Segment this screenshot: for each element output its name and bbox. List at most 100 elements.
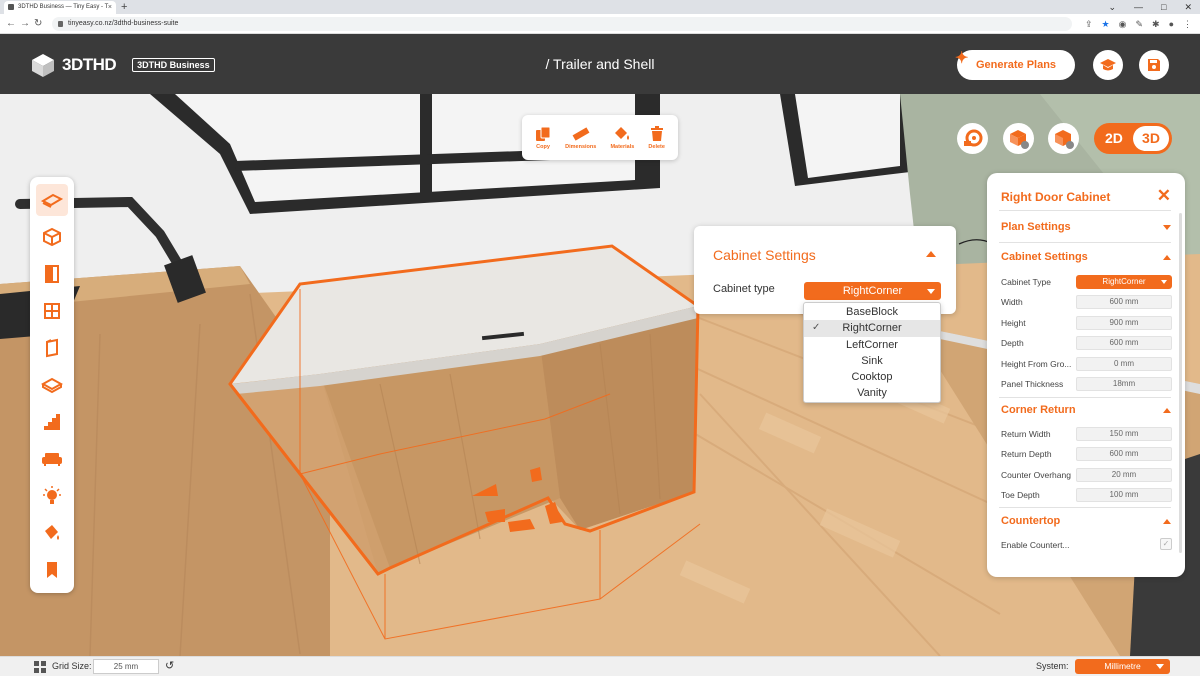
grid-size-label: Grid Size:: [52, 661, 92, 671]
walkthrough-icon: [963, 129, 982, 146]
width-input[interactable]: 600 mm: [1076, 295, 1172, 309]
counter-overhang-input[interactable]: 20 mm: [1076, 468, 1172, 482]
profile-icon[interactable]: ●: [1169, 17, 1174, 31]
paint-bucket-icon: [615, 126, 630, 140]
back-button[interactable]: ←: [6, 16, 16, 32]
generate-plans-button[interactable]: ✦ Generate Plans: [955, 50, 1075, 80]
share-icon[interactable]: ⇪: [1085, 17, 1093, 31]
sparkle-icon: ✦: [955, 50, 969, 67]
lock-icon: [58, 21, 63, 27]
forward-button[interactable]: →: [20, 16, 30, 32]
panel-title: Right Door Cabinet: [1001, 190, 1111, 204]
save-icon: [1148, 59, 1160, 71]
section-countertop[interactable]: Countertop: [1001, 515, 1060, 527]
url-input[interactable]: tinyeasy.co.nz/3dthd-business-suite: [52, 17, 1072, 31]
panel-tool[interactable]: [36, 332, 68, 364]
cube-gear-icon: [1054, 129, 1074, 149]
maximize-icon[interactable]: □: [1161, 0, 1166, 14]
star-icon[interactable]: ★: [1102, 17, 1110, 31]
unit-system-select[interactable]: Millimetre: [1075, 659, 1170, 674]
address-bar: ← → ↻ tinyeasy.co.nz/3dthd-business-suit…: [0, 14, 1200, 34]
browser-tabbar: 3DTHD Business — Tiny Easy - T × + ⌄ — □…: [0, 0, 1200, 14]
view-mode-toggle[interactable]: 2D 3D: [1094, 123, 1172, 154]
panel-thickness-input[interactable]: 18mm: [1076, 377, 1172, 391]
option-rightcorner[interactable]: ✓ RightCorner: [804, 320, 940, 337]
camera-view-button[interactable]: [957, 123, 988, 154]
new-tab-button[interactable]: +: [121, 0, 127, 14]
option-leftcorner[interactable]: LeftCorner: [804, 337, 940, 353]
stairs-tool[interactable]: [36, 406, 68, 438]
option-baseblock[interactable]: BaseBlock: [804, 304, 940, 320]
tab-title: 3DTHD Business — Tiny Easy - T: [18, 4, 109, 10]
panel-scrollbar[interactable]: [1179, 213, 1182, 553]
tab-close-icon[interactable]: ×: [108, 1, 112, 14]
expand-icon[interactable]: [1163, 225, 1171, 230]
reset-grid-button[interactable]: ↺: [165, 659, 174, 674]
walls-icon: [43, 227, 61, 247]
grid-size-input[interactable]: 25 mm: [93, 659, 159, 674]
close-window-icon[interactable]: ✕: [1184, 0, 1192, 14]
puzzle-icon[interactable]: ✱: [1152, 17, 1160, 31]
option-vanity[interactable]: Vanity: [804, 385, 940, 401]
cabinet-type-select[interactable]: RightCorner: [1076, 275, 1172, 289]
reload-button[interactable]: ↻: [34, 16, 42, 32]
cube-settings-button[interactable]: [1048, 123, 1079, 154]
depth-input[interactable]: 600 mm: [1076, 336, 1172, 350]
slab-tool[interactable]: [36, 369, 68, 401]
cube-export-icon: [1009, 129, 1029, 149]
grid-icon: [34, 661, 46, 673]
window-controls: ⌄ — □ ✕: [1108, 0, 1192, 14]
close-icon[interactable]: ✕: [1157, 187, 1171, 204]
door-tool[interactable]: [36, 258, 68, 290]
walls-tool[interactable]: [36, 221, 68, 253]
save-button[interactable]: [1139, 50, 1169, 80]
extension-icon[interactable]: ✎: [1135, 17, 1143, 31]
view-3d-option[interactable]: 3D: [1133, 126, 1169, 151]
window-tool[interactable]: [36, 295, 68, 327]
section-cabinet-settings[interactable]: Cabinet Settings: [1001, 251, 1088, 263]
floor-tool[interactable]: [36, 184, 68, 216]
option-cooktop[interactable]: Cooktop: [804, 369, 940, 385]
cabinet-settings-title: Cabinet Settings: [713, 247, 816, 263]
cabinet-type-dropdown: BaseBlock ✓ RightCorner LeftCorner Sink …: [803, 302, 941, 403]
light-icon: [43, 486, 61, 504]
view-2d-option[interactable]: 2D: [1105, 130, 1123, 146]
export-3d-button[interactable]: [1003, 123, 1034, 154]
browser-tab[interactable]: 3DTHD Business — Tiny Easy - T ×: [4, 1, 116, 14]
height-from-ground-label: Height From Gro...: [1001, 359, 1072, 369]
panel-icon: [46, 338, 58, 358]
tab-search-icon[interactable]: ⌄: [1108, 0, 1116, 14]
collapse-icon[interactable]: [1163, 408, 1171, 413]
collapse-icon[interactable]: [1163, 519, 1171, 524]
cabinet-type-select[interactable]: RightCorner: [804, 282, 941, 300]
minimize-icon[interactable]: —: [1134, 0, 1143, 14]
copy-button[interactable]: Copy: [535, 126, 551, 150]
height-from-ground-input[interactable]: 0 mm: [1076, 357, 1172, 371]
section-plan-settings[interactable]: Plan Settings: [1001, 221, 1071, 233]
chevron-down-icon: [1161, 280, 1167, 284]
menu-icon[interactable]: ⋮: [1183, 17, 1192, 31]
materials-button[interactable]: Materials: [610, 126, 634, 150]
height-input[interactable]: 900 mm: [1076, 316, 1172, 330]
return-width-input[interactable]: 150 mm: [1076, 427, 1172, 441]
cabinet-type-value: RightCorner: [1102, 277, 1146, 286]
lighting-tool[interactable]: [36, 480, 68, 512]
delete-button[interactable]: Delete: [648, 125, 665, 150]
camera-icon[interactable]: ◉: [1119, 17, 1127, 31]
paint-tool[interactable]: [36, 517, 68, 549]
divider: [999, 507, 1171, 508]
section-corner-return[interactable]: Corner Return: [1001, 404, 1076, 416]
bookmark-tool[interactable]: [36, 554, 68, 586]
option-sink[interactable]: Sink: [804, 353, 940, 369]
furniture-tool[interactable]: [36, 443, 68, 475]
divider: [999, 210, 1171, 211]
toe-depth-input[interactable]: 100 mm: [1076, 488, 1172, 502]
collapse-icon[interactable]: [926, 251, 936, 257]
collapse-icon[interactable]: [1163, 255, 1171, 260]
materials-label: Materials: [610, 143, 635, 150]
copy-icon: [536, 126, 551, 141]
dimensions-button[interactable]: Dimensions: [565, 126, 596, 150]
tutorial-button[interactable]: [1093, 50, 1123, 80]
return-depth-input[interactable]: 600 mm: [1076, 447, 1172, 461]
enable-countertop-checkbox[interactable]: ✓: [1160, 538, 1172, 550]
